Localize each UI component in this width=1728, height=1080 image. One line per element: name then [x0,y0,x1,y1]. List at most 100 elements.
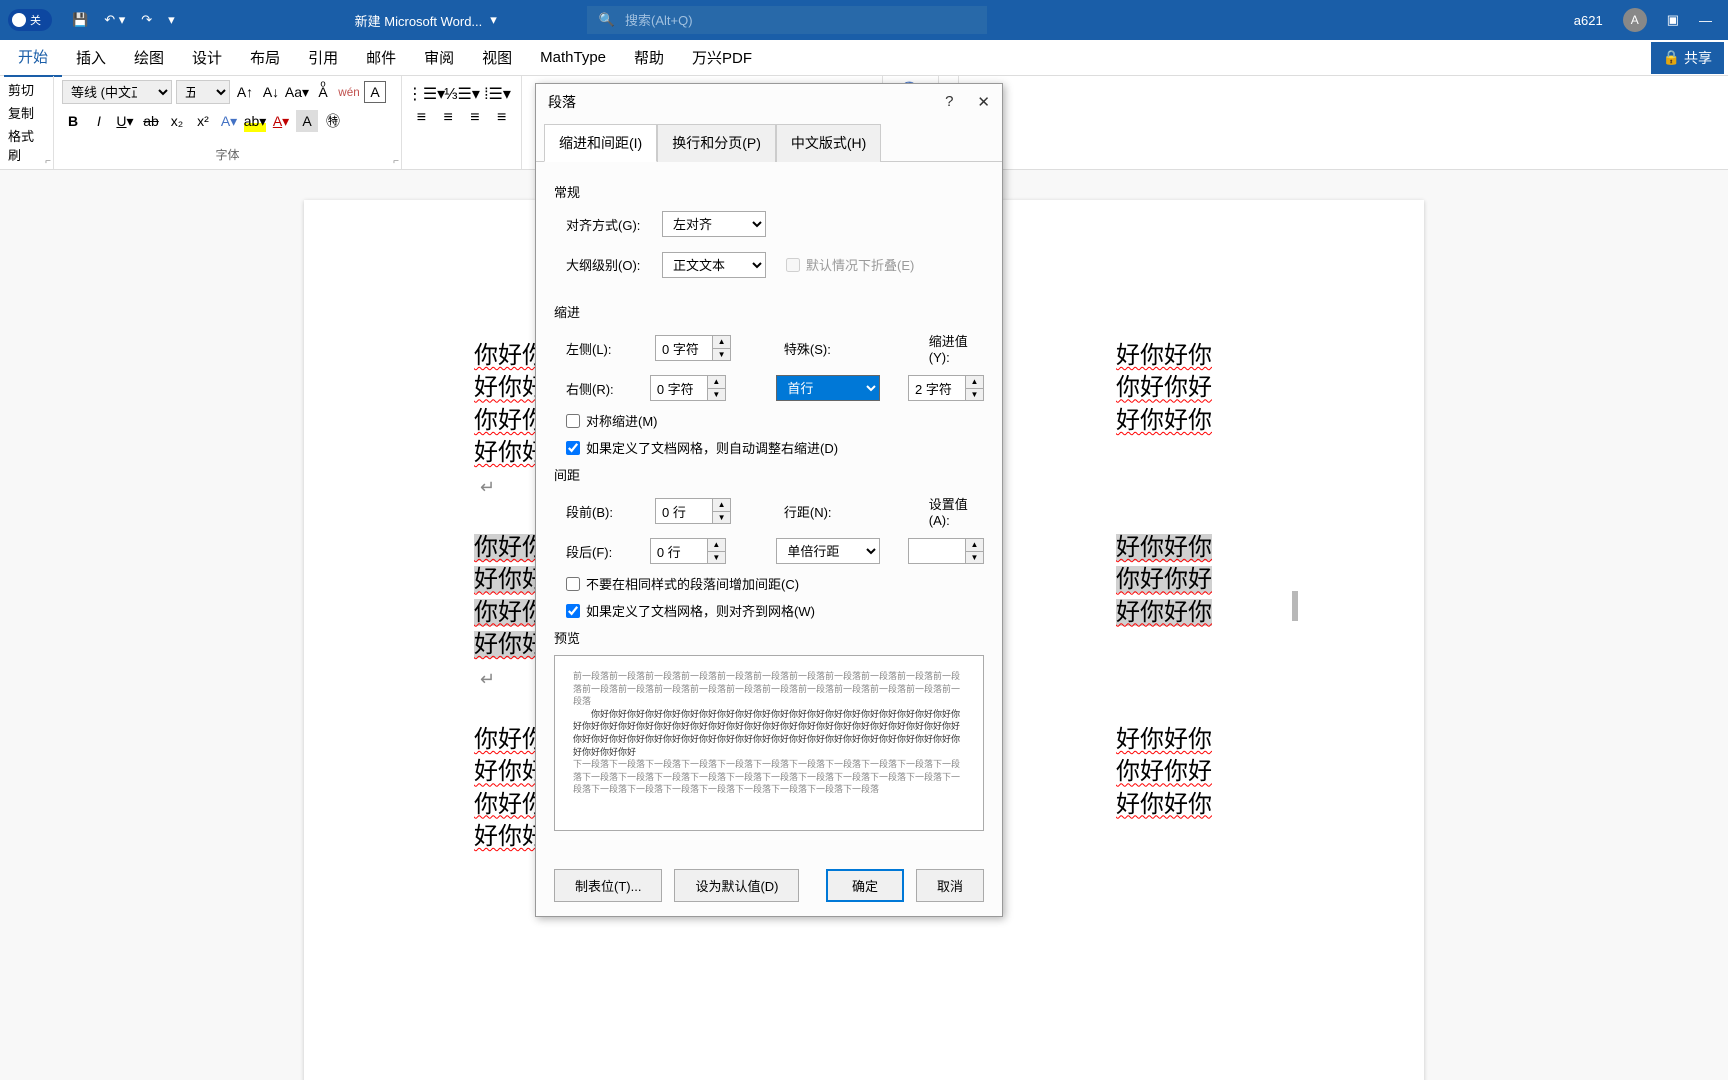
tab-help[interactable]: 帮助 [620,39,678,76]
tab-view[interactable]: 视图 [468,39,526,76]
close-icon[interactable]: ✕ [977,93,990,111]
char-shading-icon[interactable]: A [296,110,318,132]
minimize-icon[interactable]: — [1699,13,1712,28]
font-size-select[interactable]: 五号 [176,80,230,104]
ribbon-tabs: 开始 插入 绘图 设计 布局 引用 邮件 审阅 视图 MathType 帮助 万… [0,40,1728,76]
tab-review[interactable]: 审阅 [410,39,468,76]
clear-format-icon[interactable]: Aͦ [312,81,334,103]
multilevel-list-icon[interactable]: ⁞☰▾ [482,82,513,106]
cancel-button[interactable]: 取消 [916,869,984,902]
tab-pdf[interactable]: 万兴PDF [678,39,766,76]
snap-grid-checkbox[interactable] [566,604,580,618]
tab-home[interactable]: 开始 [4,38,62,77]
help-icon[interactable]: ? [945,93,953,111]
format-painter-button[interactable]: 格式刷 [8,126,45,164]
no-space-checkbox[interactable] [566,577,580,591]
phonetic-icon[interactable]: wén [338,81,360,103]
line-spacing-select[interactable]: 单倍行距 [776,538,880,564]
spinner-up-icon[interactable]: ▲ [713,499,730,512]
tab-layout[interactable]: 布局 [236,39,294,76]
indent-right-input[interactable] [651,376,707,400]
spinner-up-icon[interactable]: ▲ [966,376,983,389]
tab-line-page[interactable]: 换行和分页(P) [657,124,776,162]
indent-left-input[interactable] [656,336,712,360]
spinner-down-icon[interactable]: ▼ [708,552,725,564]
tab-indent-spacing[interactable]: 缩进和间距(I) [544,124,657,162]
copy-button[interactable]: 复制 [8,103,45,122]
char-border-icon[interactable]: A [364,81,386,103]
mirror-indent-checkbox[interactable] [566,414,580,428]
clipboard-launcher-icon[interactable]: ⌐ [45,156,51,167]
tab-references[interactable]: 引用 [294,39,352,76]
search-input[interactable] [625,13,975,28]
preview-label: 预览 [554,628,984,647]
customize-icon[interactable]: ▾ [168,12,175,28]
tab-asian[interactable]: 中文版式(H) [776,124,881,162]
selection-indicator [1292,591,1298,621]
spacing-at-input[interactable] [909,539,965,563]
preview-box: 前一段落前一段落前一段落前一段落前一段落前一段落前一段落前一段落前一段落前一段落… [554,655,984,831]
autosave-toggle[interactable]: 关 [8,9,52,31]
bold-icon[interactable]: B [62,110,84,132]
font-family-select[interactable]: 等线 (中文正文) [62,80,172,104]
tab-draw[interactable]: 绘图 [120,39,178,76]
number-list-icon[interactable]: ⅓☰▾ [446,82,478,106]
ok-button[interactable]: 确定 [826,869,904,902]
font-color-icon[interactable]: A▾ [270,110,292,132]
alignment-label: 对齐方式(G): [566,215,654,234]
strikethrough-icon[interactable]: ab [140,110,162,132]
dialog-title-label: 段落 [548,92,576,112]
spinner-down-icon[interactable]: ▼ [966,389,983,401]
avatar[interactable]: A [1623,8,1647,32]
align-justify-icon[interactable]: ≡ [490,106,513,130]
after-label: 段后(F): [566,542,642,561]
font-group-label: 字体 [62,146,393,165]
auto-indent-checkbox[interactable] [566,441,580,455]
at-label: 设置值(A): [929,494,984,528]
spacing-after-input[interactable] [651,539,707,563]
share-button[interactable]: 🔒 共享 [1651,42,1724,74]
spinner-down-icon[interactable]: ▼ [713,512,730,524]
superscript-icon[interactable]: x² [192,110,214,132]
save-icon[interactable]: 💾 [72,12,88,28]
user-label[interactable]: a621 [1574,13,1603,28]
outline-select[interactable]: 正文文本 [662,252,766,278]
tab-mathtype[interactable]: MathType [526,41,620,74]
italic-icon[interactable]: I [88,110,110,132]
tab-design[interactable]: 设计 [178,39,236,76]
redo-icon[interactable]: ↷ [141,12,152,28]
spinner-up-icon[interactable]: ▲ [713,336,730,349]
special-indent-select[interactable]: 首行 [776,375,880,401]
align-right-icon[interactable]: ≡ [464,106,487,130]
enclosed-char-icon[interactable]: ㊕ [322,110,344,132]
cut-button[interactable]: 剪切 [8,80,45,99]
spinner-down-icon[interactable]: ▼ [708,389,725,401]
increase-font-icon[interactable]: A↑ [234,81,256,103]
bullet-list-icon[interactable]: ⋮☰▾ [410,82,442,106]
tab-insert[interactable]: 插入 [62,39,120,76]
spinner-up-icon[interactable]: ▲ [708,539,725,552]
alignment-select[interactable]: 左对齐 [662,211,766,237]
spinner-down-icon[interactable]: ▼ [713,349,730,361]
spinner-up-icon[interactable]: ▲ [966,539,983,552]
underline-icon[interactable]: U▾ [114,110,136,132]
indent-by-input[interactable] [909,376,965,400]
align-left-icon[interactable]: ≡ [410,106,433,130]
text-effects-icon[interactable]: A▾ [218,110,240,132]
decrease-font-icon[interactable]: A↓ [260,81,282,103]
spacing-before-input[interactable] [656,499,712,523]
subscript-icon[interactable]: x₂ [166,110,188,132]
undo-icon[interactable]: ↶ ▾ [104,12,125,28]
search-box[interactable]: 🔍 [587,6,987,34]
tabs-button[interactable]: 制表位(T)... [554,869,662,902]
default-button[interactable]: 设为默认值(D) [674,869,799,902]
spinner-up-icon[interactable]: ▲ [708,376,725,389]
change-case-icon[interactable]: Aa▾ [286,81,308,103]
align-center-icon[interactable]: ≡ [437,106,460,130]
font-launcher-icon[interactable]: ⌐ [393,156,399,167]
spinner-down-icon[interactable]: ▼ [966,552,983,564]
ribbon-display-icon[interactable]: ▣ [1667,12,1679,28]
tab-mailings[interactable]: 邮件 [352,39,410,76]
highlight-icon[interactable]: ab▾ [244,110,266,132]
title-dropdown-icon[interactable]: ▾ [490,12,497,28]
